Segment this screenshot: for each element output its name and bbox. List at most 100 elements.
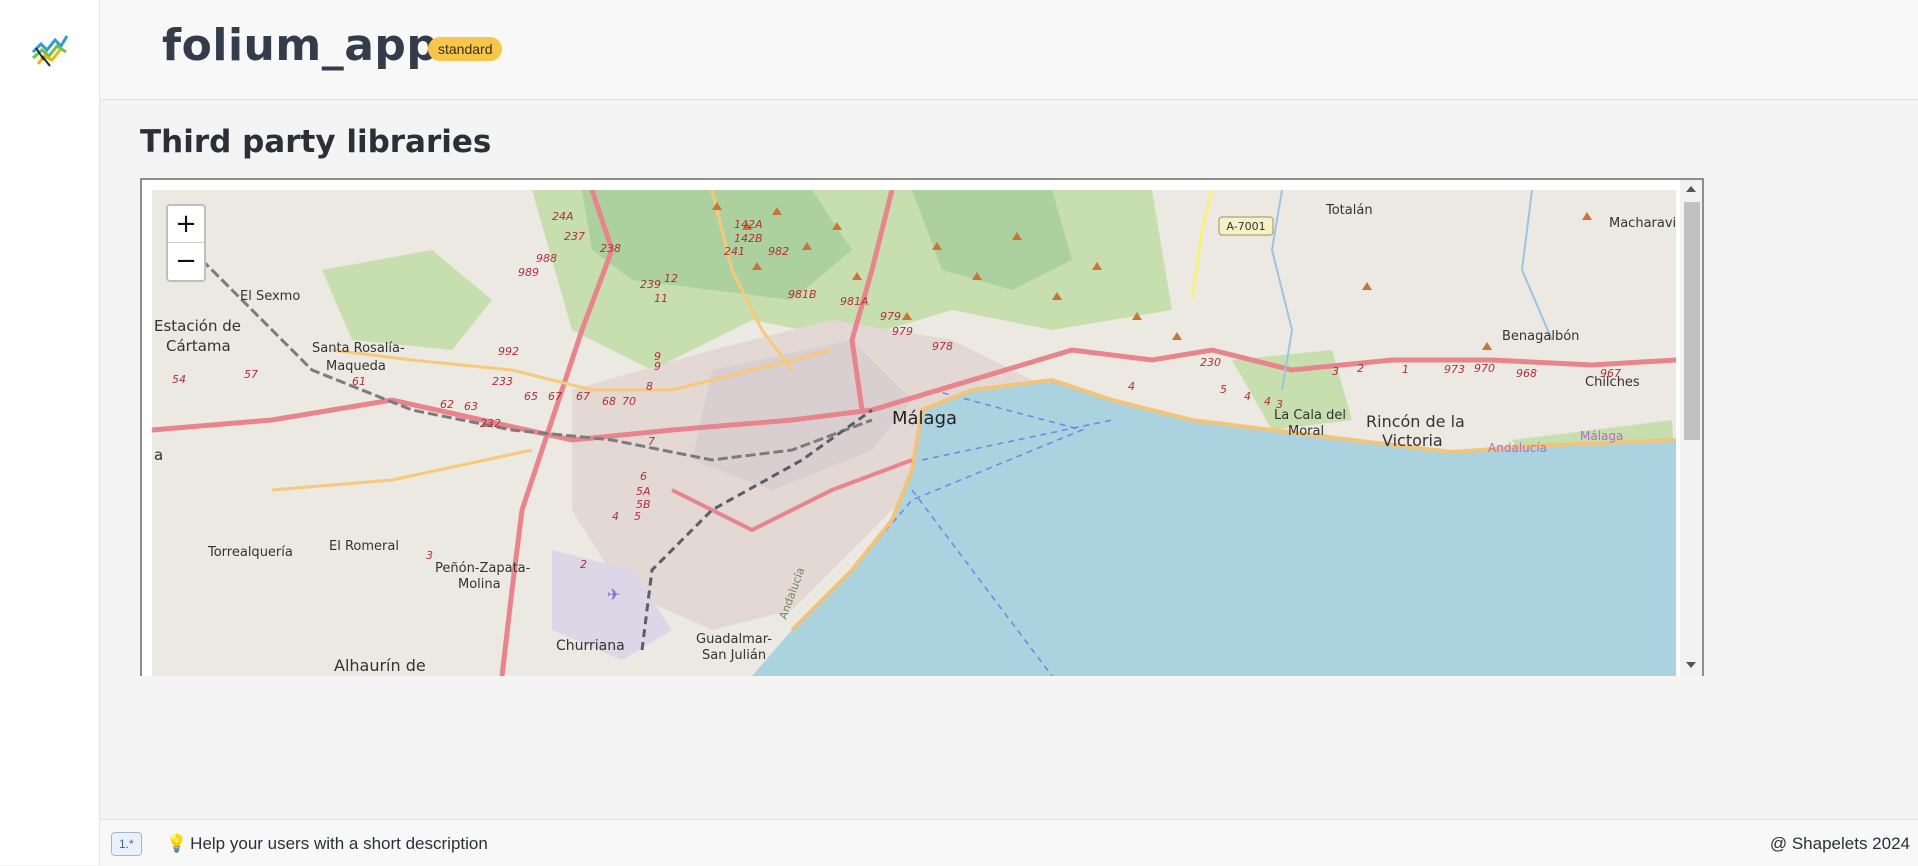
scroll-thumb[interactable] bbox=[1684, 202, 1700, 440]
zoom-out-button[interactable]: − bbox=[168, 243, 204, 279]
label-torrealqueria: Torrealquería bbox=[207, 545, 293, 560]
help-text: 💡 Help your users with a short descriptio… bbox=[166, 834, 488, 854]
label-penon-1: Peñón-Zapata- bbox=[435, 561, 531, 576]
road-number: 54 bbox=[172, 373, 186, 386]
road-number: 967 bbox=[1600, 367, 1621, 380]
road-number: 237 bbox=[564, 230, 585, 243]
road-number: 979 bbox=[892, 325, 913, 338]
road-number: 4 bbox=[1244, 390, 1251, 403]
label-macharavia: Macharavia bbox=[1609, 216, 1676, 231]
road-number: 1 bbox=[1402, 363, 1409, 376]
label-la-cala-1: La Cala del bbox=[1274, 408, 1346, 423]
zoom-control: + − bbox=[166, 204, 206, 282]
label-estacion-1: Estación de bbox=[154, 317, 241, 335]
road-number: 4 bbox=[1264, 395, 1271, 408]
road-number: 70 bbox=[622, 395, 636, 408]
road-number: 142A bbox=[734, 218, 763, 231]
road-number: 4 bbox=[1128, 380, 1135, 393]
road-number: 3 bbox=[426, 549, 433, 562]
road-number: 970 bbox=[1474, 362, 1495, 375]
road-number: 4 bbox=[612, 510, 619, 523]
road-number: 238 bbox=[600, 242, 621, 255]
footer: 1.* 💡 Help your users with a short descri… bbox=[100, 819, 1918, 866]
road-number: 67 bbox=[548, 390, 562, 403]
road-number: 989 bbox=[518, 266, 539, 279]
folium-map[interactable]: A-7001 ✈ Málaga Estación de Cártama El S… bbox=[152, 190, 1676, 676]
road-number: 239 bbox=[640, 278, 661, 291]
road-number: 241 bbox=[724, 245, 745, 258]
help-text-label: Help your users with a short description bbox=[190, 834, 488, 853]
road-number: 2 bbox=[580, 558, 587, 571]
sidebar bbox=[0, 0, 100, 865]
road-number: 233 bbox=[492, 375, 513, 388]
road-number: 57 bbox=[244, 368, 258, 381]
road-number: 3 bbox=[1332, 365, 1339, 378]
airport-icon: ✈ bbox=[607, 587, 620, 604]
road-number: 68 bbox=[602, 395, 616, 408]
lightbulb-icon: 💡 bbox=[166, 834, 188, 853]
road-shield-a7001: A-7001 bbox=[1226, 220, 1265, 233]
road-number: 982 bbox=[768, 245, 789, 258]
road-number: 3 bbox=[1276, 398, 1283, 411]
road-number: 7 bbox=[648, 435, 655, 448]
label-penon-2: Molina bbox=[458, 577, 501, 592]
label-benagalbon: Benagalbón bbox=[1502, 329, 1579, 344]
label-el-sexmo: El Sexmo bbox=[240, 289, 300, 304]
map-frame: A-7001 ✈ Málaga Estación de Cártama El S… bbox=[140, 178, 1704, 676]
road-number: 62 bbox=[440, 398, 454, 411]
road-number: 978 bbox=[932, 340, 953, 353]
road-number: 2 bbox=[1357, 362, 1364, 375]
copyright: @ Shapelets 2024 bbox=[1769, 834, 1910, 853]
label-totalan: Totalán bbox=[1325, 203, 1373, 218]
road-number: 232 bbox=[480, 417, 501, 430]
road-number: 968 bbox=[1516, 367, 1537, 380]
road-number: 981A bbox=[840, 295, 869, 308]
road-number: 992 bbox=[498, 345, 519, 358]
label-el-romeral: El Romeral bbox=[329, 539, 399, 554]
label-malaga: Málaga bbox=[892, 408, 957, 429]
road-number: 230 bbox=[1200, 356, 1221, 369]
label-estacion-2: Cártama bbox=[166, 337, 231, 355]
label-guadalmar-2: San Julián bbox=[702, 648, 766, 663]
road-number: 988 bbox=[536, 252, 557, 265]
label-churriana: Churriana bbox=[556, 638, 625, 654]
label-edge-a: a bbox=[154, 446, 163, 464]
label-rincon-2: Victoria bbox=[1382, 431, 1443, 450]
road-number: 5 bbox=[1220, 383, 1227, 396]
label-rincon-1: Rincón de la bbox=[1366, 412, 1465, 431]
label-guadalmar-1: Guadalmar- bbox=[696, 632, 772, 647]
road-number: 6 bbox=[640, 470, 647, 483]
road-number: 24A bbox=[552, 210, 574, 223]
plan-badge: standard bbox=[428, 37, 503, 61]
label-andalucia-coast: Andalucía bbox=[1488, 441, 1547, 455]
section-title: Third party libraries bbox=[140, 124, 492, 160]
road-number: 9 bbox=[654, 360, 661, 373]
road-number: 979 bbox=[880, 310, 901, 323]
road-number: 61 bbox=[352, 375, 366, 388]
road-number: 11 bbox=[654, 292, 668, 305]
map-scrollbar[interactable] bbox=[1680, 180, 1702, 676]
road-number: 65 bbox=[524, 390, 538, 403]
label-santa-rosalia-1: Santa Rosalía- bbox=[312, 341, 405, 356]
header: folium_app standard bbox=[100, 0, 1918, 100]
road-number: 142B bbox=[734, 232, 763, 245]
road-number: 63 bbox=[464, 400, 478, 413]
road-number: 981B bbox=[788, 288, 817, 301]
version-badge[interactable]: 1.* bbox=[111, 832, 142, 856]
label-santa-rosalia-2: Maqueda bbox=[326, 359, 386, 374]
label-malaga-road: Málaga bbox=[1580, 429, 1623, 443]
zoom-in-button[interactable]: + bbox=[168, 206, 204, 243]
road-number: 12 bbox=[664, 272, 678, 285]
app-title: folium_app bbox=[162, 20, 439, 71]
scroll-down-arrow-icon[interactable] bbox=[1686, 662, 1696, 668]
app-logo-icon[interactable] bbox=[30, 30, 70, 70]
road-number: 8 bbox=[646, 380, 653, 393]
road-number: 5 bbox=[634, 510, 641, 523]
label-alhaurin: Alhaurín de bbox=[334, 656, 426, 675]
map-tiles[interactable]: A-7001 ✈ Málaga Estación de Cártama El S… bbox=[152, 190, 1676, 676]
road-number: 5A bbox=[636, 485, 651, 498]
road-number: 67 bbox=[576, 390, 590, 403]
label-la-cala-2: Moral bbox=[1288, 424, 1324, 439]
scroll-up-arrow-icon[interactable] bbox=[1686, 186, 1696, 192]
road-number: 973 bbox=[1444, 363, 1465, 376]
